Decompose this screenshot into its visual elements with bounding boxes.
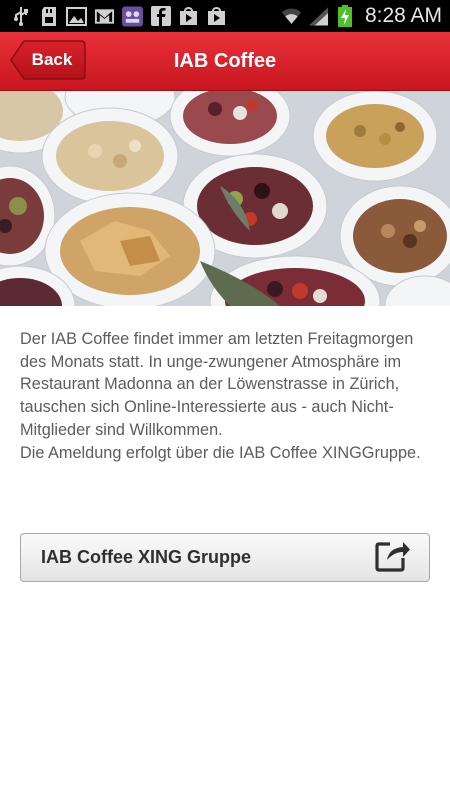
description-paragraph: Der IAB Coffee findet immer am letzten F… [20,330,414,439]
image-icon [66,6,87,27]
app-icon [122,5,143,27]
xing-group-link-label: IAB Coffee XING Gruppe [41,547,252,567]
play-icon [206,6,227,27]
page-title: IAB Coffee [173,49,277,72]
usb-icon [10,6,31,27]
description-signup-note: Die Ameldung erfolgt über die IAB Coffee… [20,443,421,462]
action-bar: Back IAB Coffee [0,32,450,91]
facebook-icon [150,6,171,27]
battery-charging-icon [335,5,356,27]
play-store-icon [178,6,199,27]
status-bar: 8:28 AM [0,0,450,32]
notification-icons [10,5,227,27]
system-icons: 8:28 AM [281,4,442,28]
wifi-icon [281,6,302,27]
description: Der IAB Coffee findet immer am letzten F… [20,328,430,464]
signal-icon [308,6,329,27]
sd-card-icon [38,6,59,27]
hero-image [0,91,450,306]
external-link-icon [375,538,411,577]
clock: 8:28 AM [364,4,442,27]
xing-group-link-button[interactable]: IAB Coffee XING Gruppe [20,533,430,582]
gmail-icon [94,6,115,27]
